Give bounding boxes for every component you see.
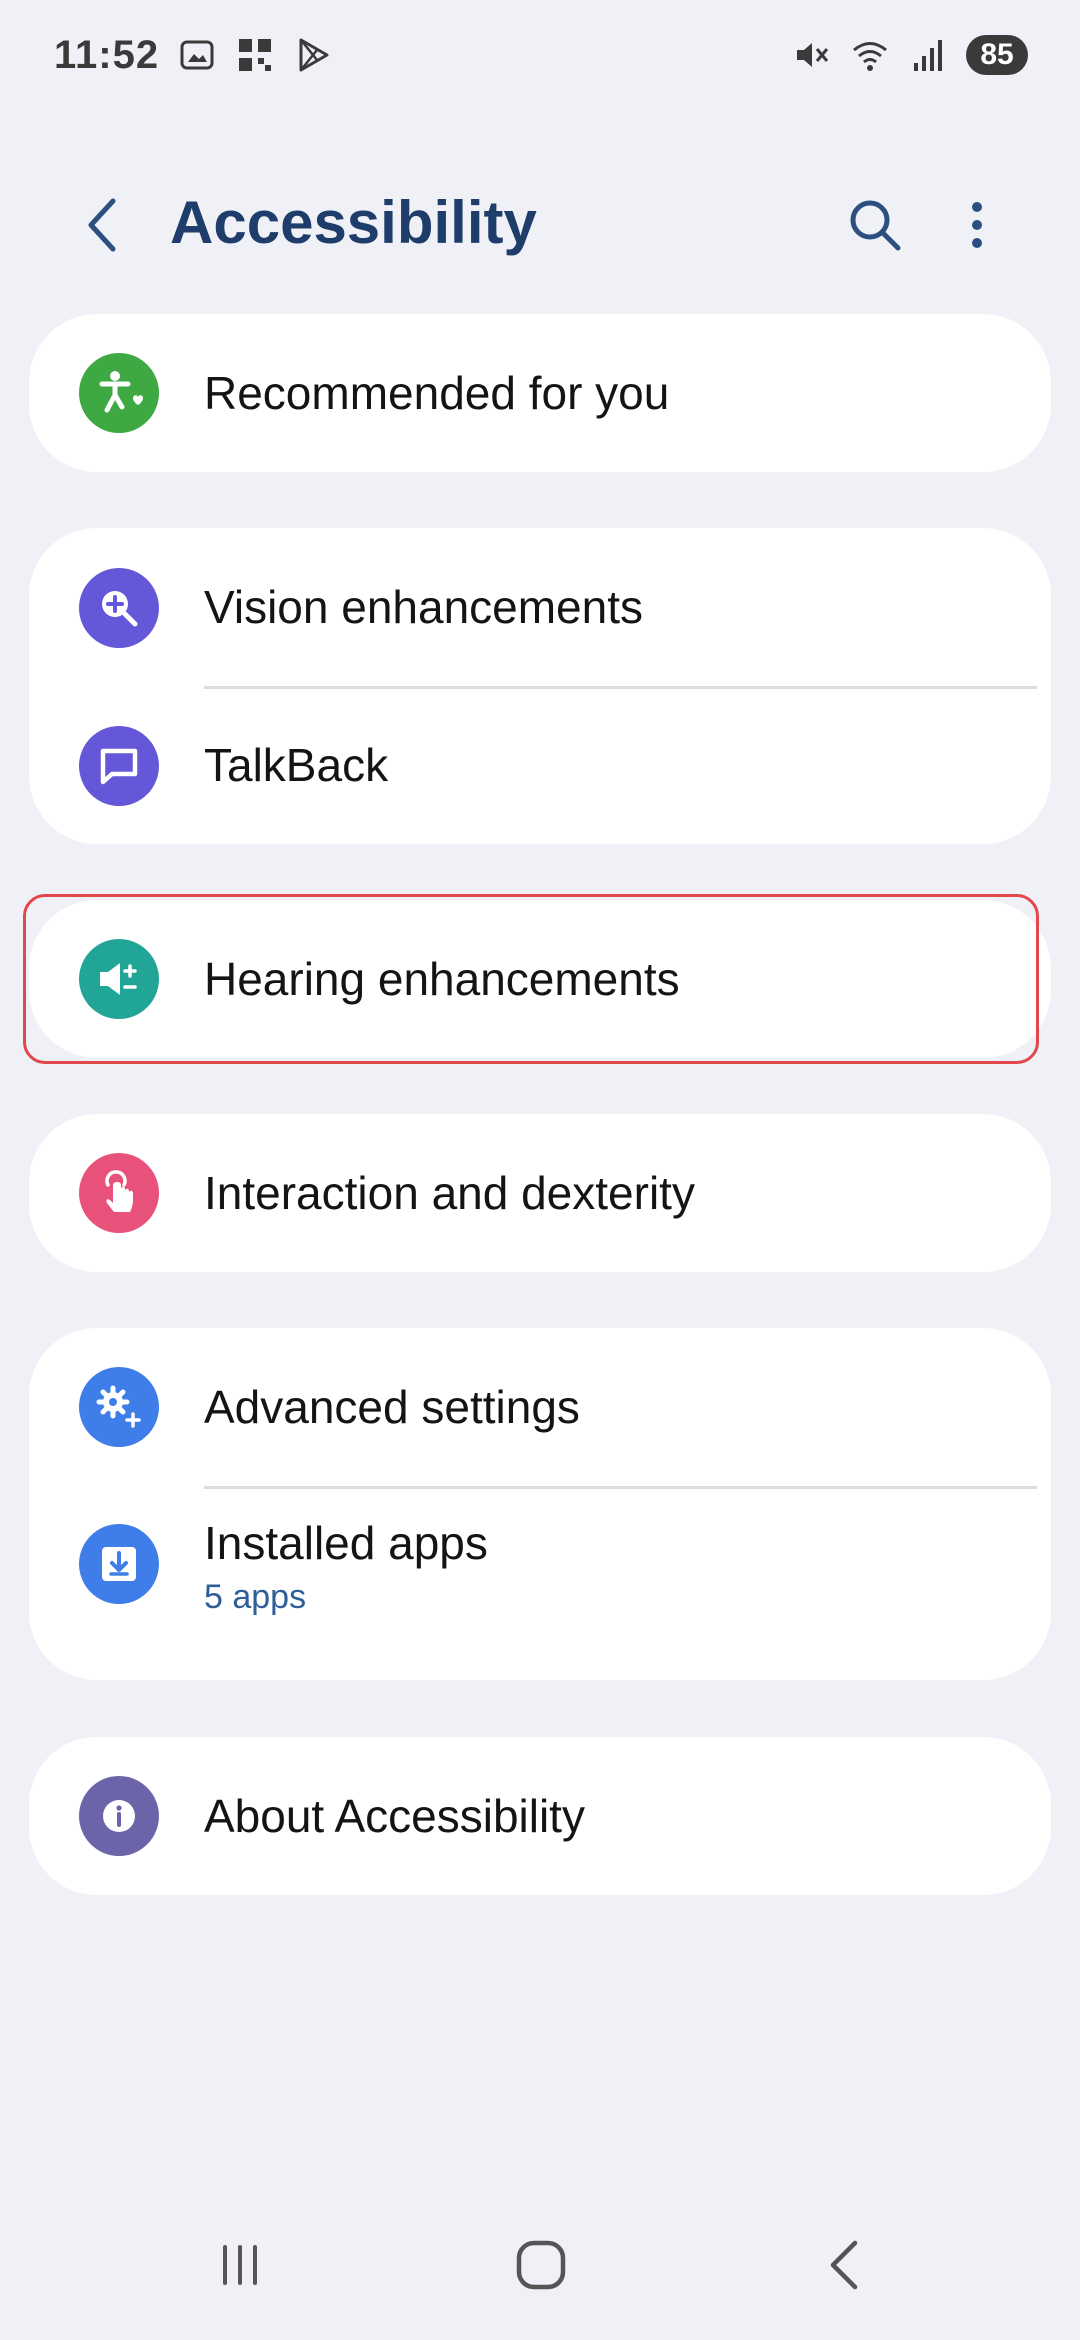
qr-icon [235,35,275,75]
magnifier-plus-icon [79,568,159,648]
screenshot-icon [177,35,217,75]
gears-plus-icon [79,1367,159,1447]
back-button[interactable] [68,190,138,260]
item-label: Installed apps [204,1517,488,1569]
back-icon [88,198,116,252]
search-button[interactable] [840,190,910,260]
menu-item-advanced-settings[interactable]: Advanced settings [29,1328,1051,1486]
item-label: TalkBack [204,739,389,791]
menu-item-about-accessibility[interactable]: About Accessibility [29,1737,1051,1895]
menu-item-hearing-enhancements[interactable]: Hearing enhancements [29,900,1051,1058]
item-label: Hearing enhancements [204,953,680,1005]
signal-icon [908,35,948,75]
more-options-button[interactable] [942,190,1012,260]
row-text: About Accessibility [204,1789,585,1843]
navigation-bar [0,2220,1080,2330]
mute-icon [792,35,832,75]
hearing-card: Hearing enhancements [29,900,1051,1058]
home-icon [516,2240,566,2290]
menu-item-talkback[interactable]: TalkBack [29,686,1051,844]
item-label: About Accessibility [204,1790,585,1842]
app-bar: Accessibility [0,170,1080,280]
touch-hand-icon [79,1153,159,1233]
wifi-icon [850,35,890,75]
recents-button[interactable] [195,2220,285,2310]
row-text: Advanced settings [204,1380,580,1434]
row-text: Vision enhancements [204,580,643,634]
row-text: Hearing enhancements [204,952,680,1006]
home-button[interactable] [496,2220,586,2310]
item-sublabel: 5 apps [204,1578,307,1616]
item-label: Interaction and dexterity [204,1167,695,1219]
item-label: Vision enhancements [204,581,643,633]
accessibility-person-icon [79,353,159,433]
status-right: 85 [792,35,1028,75]
recommended-card: Recommended for you [29,314,1051,472]
search-icon [850,200,901,251]
row-text: TalkBack [204,738,388,792]
status-time: 11:52 [54,32,160,77]
menu-item-recommended[interactable]: Recommended for you [29,314,1051,472]
battery-indicator: 85 [966,35,1028,75]
nav-back-icon [830,2240,858,2290]
vision-card: Vision enhancements TalkBack [29,528,1051,844]
item-label: Advanced settings [204,1381,580,1433]
status-left: 11:52 [54,33,333,78]
advanced-card: Advanced settings Installed apps 5 apps [29,1328,1051,1680]
row-text: Installed apps 5 apps [204,1516,488,1617]
row-text: Interaction and dexterity [204,1166,695,1220]
accessibility-settings-screen: 11:52 85 Accessibility Recommended for y… [0,0,1080,2340]
download-box-icon [79,1524,159,1604]
item-label: Recommended for you [204,367,670,419]
menu-item-installed-apps[interactable]: Installed apps 5 apps [29,1486,1051,1680]
recents-icon [223,2245,257,2285]
info-icon [79,1776,159,1856]
play-store-icon [293,35,333,75]
interaction-card: Interaction and dexterity [29,1114,1051,1272]
page-title: Accessibility [170,189,537,256]
menu-item-interaction-dexterity[interactable]: Interaction and dexterity [29,1114,1051,1272]
about-card: About Accessibility [29,1737,1051,1895]
status-bar: 11:52 85 [0,0,1080,110]
menu-item-vision-enhancements[interactable]: Vision enhancements [29,528,1051,686]
speaker-plus-minus-icon [79,939,159,1019]
nav-back-button[interactable] [800,2220,890,2310]
more-options-icon [972,202,982,248]
row-text: Recommended for you [204,366,669,420]
chat-bubble-icon [79,726,159,806]
